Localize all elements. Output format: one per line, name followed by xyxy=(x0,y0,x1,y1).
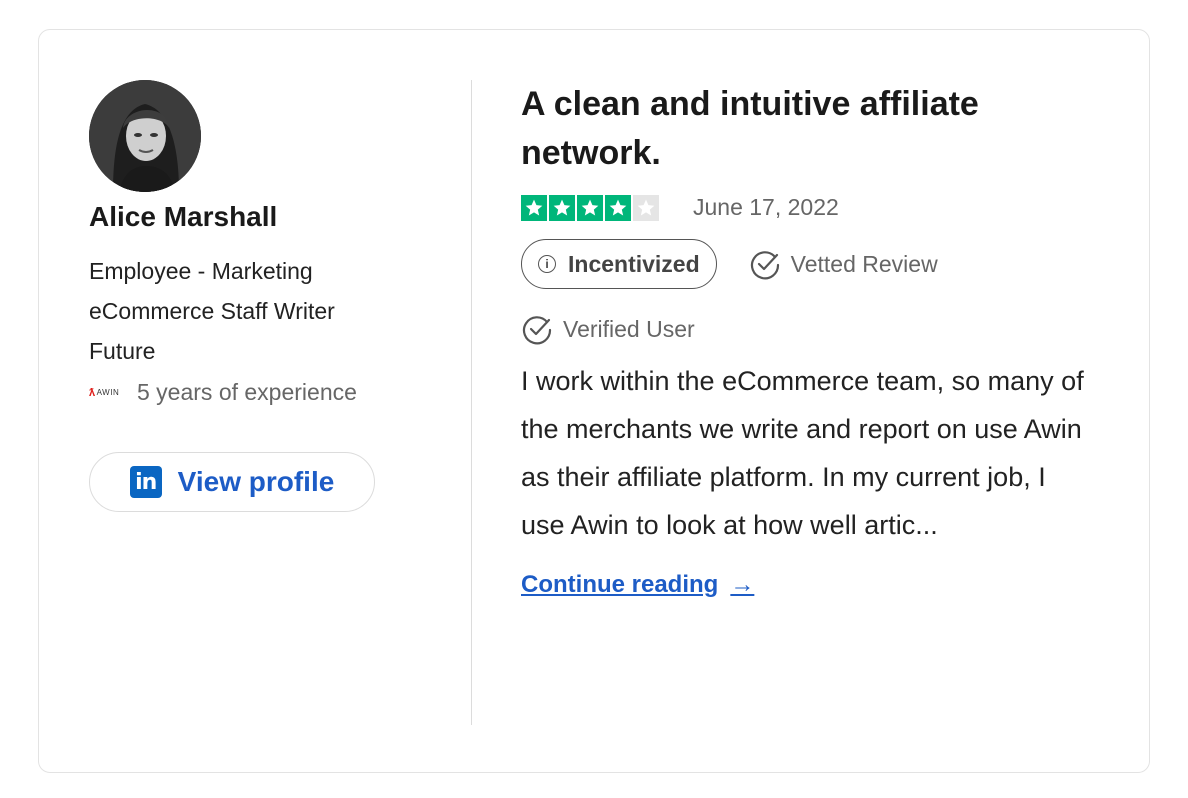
experience-row: ƛ AWIN 5 years of experience xyxy=(89,379,409,406)
star-icon xyxy=(549,194,575,221)
reviewer-job-title: eCommerce Staff Writer xyxy=(89,298,335,324)
avatar-photo xyxy=(89,80,201,192)
reviewer-name: Alice Marshall xyxy=(89,201,278,232)
review-panel: A clean and intuitive affiliate network.… xyxy=(521,80,1111,599)
experience-text: 5 years of experience xyxy=(137,379,357,405)
review-date: June 17, 2022 xyxy=(693,194,839,220)
review-body: I work within the eCommerce team, so man… xyxy=(521,366,1084,540)
vetted-review-badge: Vetted Review xyxy=(749,248,938,280)
check-circle-icon xyxy=(750,251,779,280)
star-rating xyxy=(521,194,661,221)
reviewer-panel: Alice Marshall Employee - Marketing eCom… xyxy=(89,80,409,512)
awin-logo: ƛ AWIN xyxy=(89,386,123,400)
view-profile-label: View profile xyxy=(177,466,335,497)
star-icon xyxy=(521,194,547,221)
reviewer-details: Employee - Marketing eCommerce Staff Wri… xyxy=(89,251,409,371)
rating-row: June 17, 2022 xyxy=(521,194,1111,221)
incentivized-label: Incentivized xyxy=(568,250,700,277)
awin-logo-mark-icon: ƛ xyxy=(89,386,96,399)
continue-reading-link[interactable]: Continue reading → xyxy=(521,571,754,599)
star-icon xyxy=(633,194,659,221)
badges-row: i Incentivized Vetted Review xyxy=(521,239,1111,289)
incentivized-badge[interactable]: i Incentivized xyxy=(521,239,717,289)
continue-reading-label: Continue reading xyxy=(521,571,719,598)
review-title: A clean and intuitive affiliate network. xyxy=(521,85,979,172)
panel-divider xyxy=(471,80,472,725)
vetted-review-label: Vetted Review xyxy=(790,250,938,277)
check-circle-icon xyxy=(522,316,552,345)
star-icon xyxy=(577,194,603,221)
review-card: Alice Marshall Employee - Marketing eCom… xyxy=(38,29,1150,773)
awin-logo-text: AWIN xyxy=(96,388,120,397)
view-profile-button[interactable]: in View profile xyxy=(89,452,375,512)
star-icon xyxy=(605,194,631,221)
info-icon: i xyxy=(538,255,556,273)
avatar xyxy=(89,80,201,192)
reviewer-role: Employee - Marketing xyxy=(89,258,313,284)
linkedin-icon: in xyxy=(129,466,162,498)
verified-user-label: Verified User xyxy=(563,315,695,342)
arrow-right-icon: → xyxy=(730,571,755,598)
reviewer-company: Future xyxy=(89,338,156,364)
verified-user-badge: Verified User xyxy=(521,313,1111,345)
